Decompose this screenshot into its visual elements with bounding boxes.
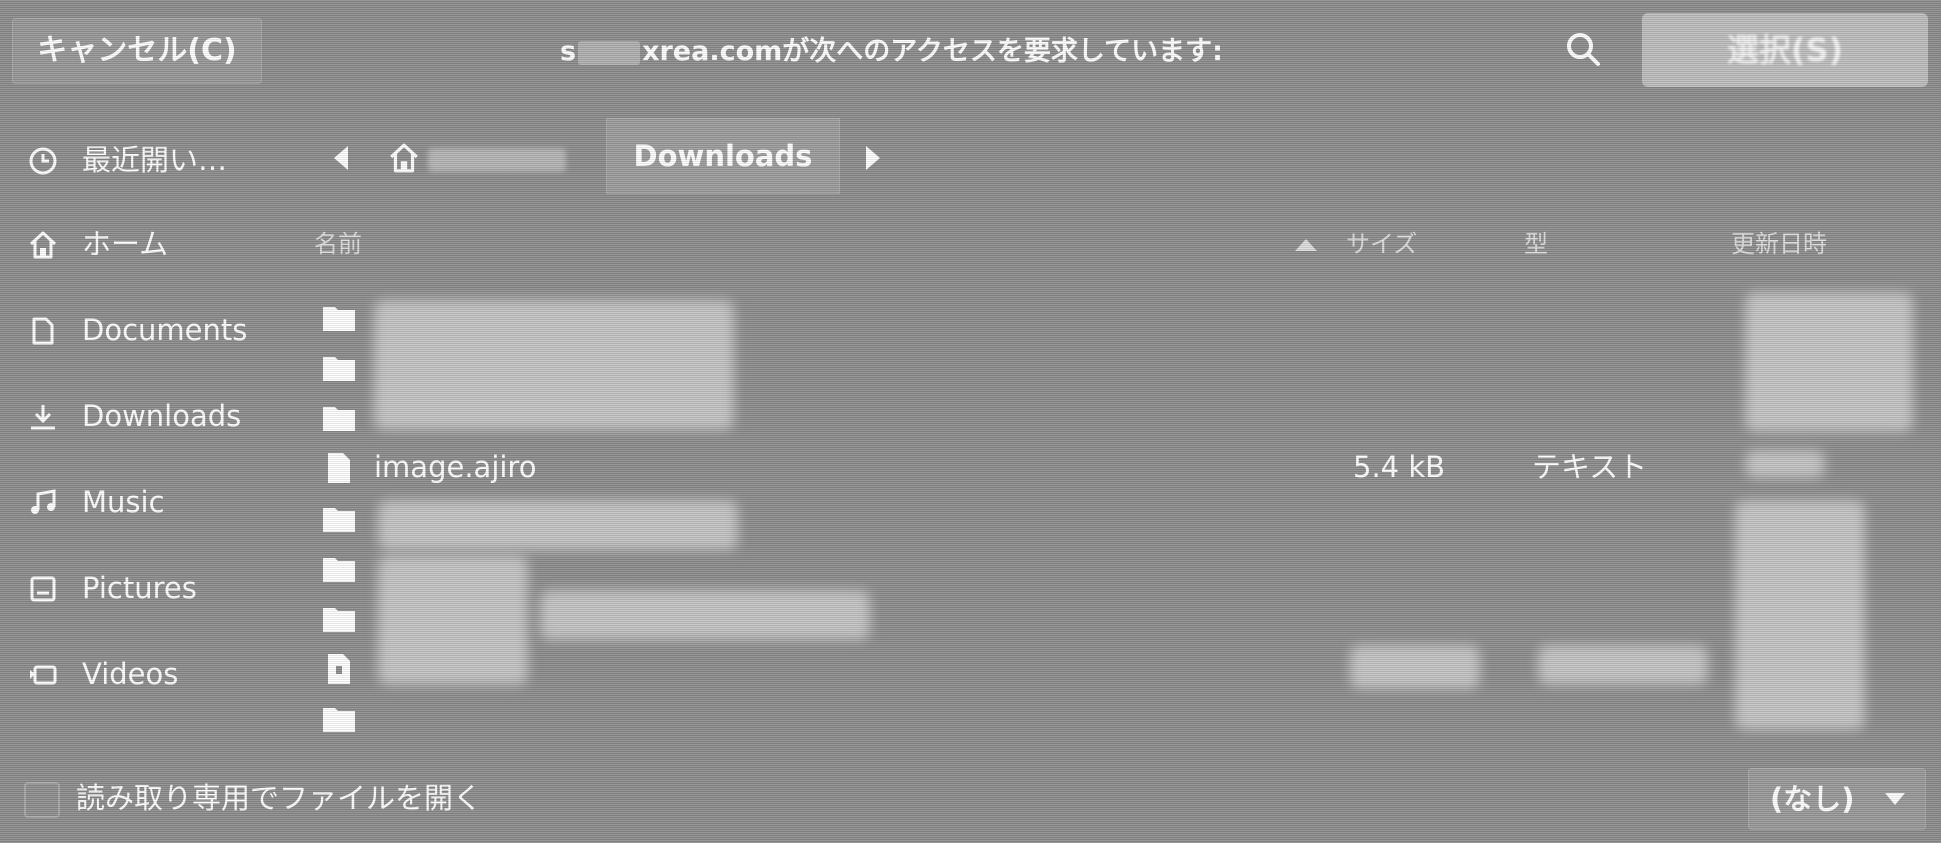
sidebar-item-pictures[interactable]: Pictures bbox=[28, 566, 290, 610]
file-filter-dropdown[interactable]: (なし) bbox=[1748, 768, 1926, 830]
clock-icon bbox=[29, 147, 57, 175]
file-row[interactable] bbox=[318, 594, 1928, 642]
sidebar-item-label: ホーム bbox=[82, 227, 169, 261]
file-row[interactable] bbox=[318, 544, 1928, 592]
path-crumb-current[interactable]: Downloads bbox=[606, 118, 840, 194]
sidebar-item-videos[interactable]: Videos bbox=[28, 652, 290, 696]
picture-icon bbox=[30, 576, 56, 602]
readonly-label: 読み取り専用でファイルを開く bbox=[76, 781, 483, 815]
folder-icon bbox=[323, 558, 355, 582]
title-prefix: s bbox=[560, 36, 577, 67]
places-sidebar: 最近開い… ホーム Documents Downloads Music Pict… bbox=[0, 100, 300, 750]
sidebar-item-label: Pictures bbox=[82, 571, 197, 605]
search-icon bbox=[1567, 33, 1600, 66]
document-icon bbox=[32, 317, 54, 345]
file-row[interactable]: image.ajiro 5.4 kB テキスト bbox=[318, 443, 1928, 491]
file-row[interactable] bbox=[318, 694, 1928, 742]
sidebar-item-label: 最近開い… bbox=[82, 143, 228, 177]
sidebar-item-label: Documents bbox=[82, 313, 248, 347]
home-icon bbox=[29, 231, 57, 259]
path-back-arrow-icon[interactable] bbox=[326, 140, 356, 176]
filter-value: (なし) bbox=[1770, 782, 1855, 816]
file-row[interactable] bbox=[318, 293, 1928, 341]
column-header-type[interactable]: 型 bbox=[1524, 222, 1548, 266]
file-row[interactable] bbox=[318, 644, 1928, 692]
sidebar-item-label: Downloads bbox=[82, 399, 242, 433]
sidebar-item-documents[interactable]: Documents bbox=[28, 308, 290, 352]
column-header-modified[interactable]: 更新日時 bbox=[1731, 222, 1827, 266]
sidebar-item-recent[interactable]: 最近開い… bbox=[28, 138, 290, 182]
chevron-down-icon bbox=[1885, 793, 1905, 805]
folder-icon bbox=[323, 608, 355, 632]
column-header-name[interactable]: 名前 bbox=[314, 222, 362, 266]
sidebar-item-home[interactable]: ホーム bbox=[28, 222, 290, 266]
cancel-button[interactable]: キャンセル(C) bbox=[12, 18, 262, 84]
file-row[interactable] bbox=[318, 343, 1928, 391]
folder-icon bbox=[323, 407, 355, 431]
archive-file-icon bbox=[328, 654, 350, 684]
file-row[interactable] bbox=[318, 393, 1928, 441]
readonly-checkbox[interactable] bbox=[24, 782, 60, 818]
folder-icon bbox=[323, 307, 355, 331]
select-button[interactable]: 選択(S) bbox=[1642, 13, 1928, 87]
sort-ascending-icon bbox=[1295, 239, 1317, 251]
video-icon bbox=[30, 665, 57, 685]
folder-icon bbox=[323, 357, 355, 381]
dialog-title: s xrea.comが次へのアクセスを要求しています: bbox=[560, 30, 1380, 74]
folder-icon bbox=[323, 508, 355, 532]
music-icon bbox=[31, 489, 56, 514]
path-home-button[interactable] bbox=[382, 128, 582, 188]
search-button[interactable] bbox=[1560, 26, 1608, 74]
folder-icon bbox=[323, 708, 355, 732]
path-forward-arrow-icon[interactable] bbox=[858, 140, 888, 176]
file-type: テキスト bbox=[1532, 450, 1648, 484]
select-button-label: 選択(S) bbox=[1726, 31, 1844, 69]
home-icon bbox=[390, 143, 418, 173]
file-size: 5.4 kB bbox=[1353, 450, 1446, 484]
file-row[interactable] bbox=[318, 494, 1928, 542]
redacted-domain bbox=[578, 40, 641, 65]
sidebar-item-music[interactable]: Music bbox=[28, 480, 290, 524]
file-name: image.ajiro bbox=[374, 450, 537, 484]
download-icon bbox=[31, 405, 55, 430]
redacted-username bbox=[428, 148, 566, 172]
header-bar: キャンセル(C) s xrea.comが次へのアクセスを要求しています: 選択(S… bbox=[0, 0, 1941, 100]
title-text: xrea.comが次へのアクセスを要求しています: bbox=[642, 36, 1223, 67]
sidebar-item-label: Videos bbox=[82, 657, 179, 691]
column-header-size[interactable]: サイズ bbox=[1346, 222, 1417, 266]
footer-bar: 読み取り専用でファイルを開く (なし) bbox=[0, 758, 1941, 843]
sidebar-item-downloads[interactable]: Downloads bbox=[28, 394, 290, 438]
sidebar-item-label: Music bbox=[82, 485, 165, 519]
text-file-icon bbox=[328, 453, 350, 483]
